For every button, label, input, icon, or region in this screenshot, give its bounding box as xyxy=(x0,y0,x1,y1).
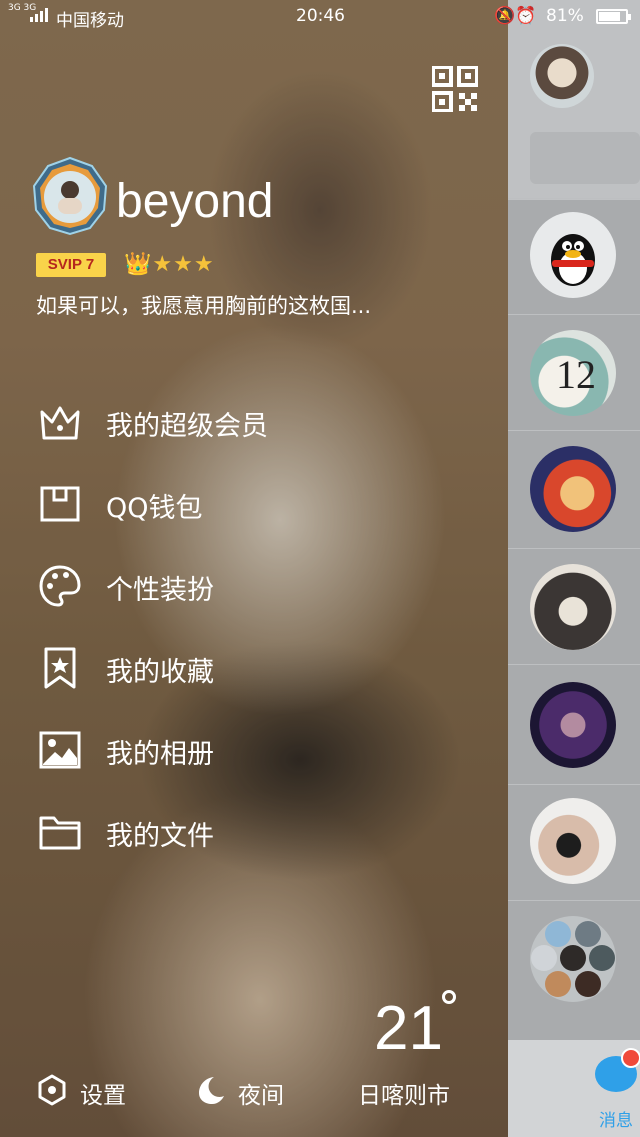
settings-button[interactable]: 设置 xyxy=(36,1070,146,1114)
conversation-avatar[interactable] xyxy=(530,682,616,768)
crown-icon xyxy=(40,406,80,440)
menu-item-album[interactable]: 我的相册 xyxy=(0,708,508,790)
settings-label: 设置 xyxy=(80,1083,126,1109)
row-divider xyxy=(508,900,640,901)
bookmark-icon xyxy=(44,647,76,689)
group-avatar-grid xyxy=(531,921,615,997)
search-bar-stub[interactable] xyxy=(530,132,640,184)
signal-bars-icon xyxy=(30,8,48,22)
row-divider xyxy=(508,198,640,199)
weather-city[interactable]: 日喀则市 xyxy=(358,1076,450,1110)
qq-level-icons[interactable]: 👑★★★ xyxy=(124,252,215,277)
carrier-name: 中国移动 xyxy=(56,11,124,31)
menu-item-label: 我的超级会员 xyxy=(106,411,268,442)
avatar-image: 12 xyxy=(556,352,596,397)
settings-hexagon-icon xyxy=(38,1074,66,1106)
row-divider xyxy=(508,314,640,315)
svip-badge[interactable]: SVIP 7 xyxy=(36,253,106,277)
menu-item-label: 我的文件 xyxy=(106,821,214,852)
wallet-icon xyxy=(40,486,80,522)
degree-symbol xyxy=(442,990,456,1004)
photo-album-icon xyxy=(39,731,81,769)
weather-temperature[interactable]: 21 xyxy=(374,996,443,1062)
menu-item-svip[interactable]: 我的超级会员 xyxy=(0,380,508,462)
mute-and-alarm-icons: 🔕⏰ xyxy=(494,6,537,26)
palette-icon xyxy=(39,565,81,607)
menu-item-themes[interactable]: 个性装扮 xyxy=(0,544,508,626)
profile-avatar[interactable] xyxy=(30,156,110,236)
message-bubble-icon xyxy=(595,1048,640,1092)
tab-messages-label: 消息 xyxy=(599,1111,633,1131)
row-divider xyxy=(508,430,640,431)
svg-text:12: 12 xyxy=(556,352,596,397)
folder-icon xyxy=(39,816,81,850)
qr-code-icon[interactable] xyxy=(432,66,478,112)
row-divider xyxy=(508,548,640,549)
battery-percent: 81% xyxy=(546,6,584,26)
conversation-avatar[interactable] xyxy=(530,798,616,884)
username[interactable]: beyond xyxy=(116,172,273,232)
qq-screen: 12 消息 beyond SVIP 7 👑★★★ 如果可以，我愿意用胸前的这枚国… xyxy=(0,0,640,1137)
conversation-avatar[interactable] xyxy=(530,564,616,650)
tab-messages[interactable]: 消息 xyxy=(592,1048,640,1132)
moon-icon xyxy=(199,1077,224,1104)
menu-item-favorites[interactable]: 我的收藏 xyxy=(0,626,508,708)
my-avatar-small[interactable] xyxy=(530,44,594,108)
conversation-avatar[interactable] xyxy=(530,446,616,532)
menu-item-wallet[interactable]: QQ钱包 xyxy=(0,462,508,544)
night-mode-button[interactable]: 夜间 xyxy=(194,1070,304,1114)
side-drawer: beyond SVIP 7 👑★★★ 如果可以，我愿意用胸前的这枚国... 我的… xyxy=(0,0,508,1137)
qq-penguin-icon xyxy=(551,234,595,286)
personal-signature[interactable]: 如果可以，我愿意用胸前的这枚国... xyxy=(36,290,456,320)
night-mode-label: 夜间 xyxy=(238,1083,284,1109)
group-avatar[interactable] xyxy=(530,916,616,1002)
conversation-list-strip: 12 消息 xyxy=(508,0,640,1137)
menu-item-files[interactable]: 我的文件 xyxy=(0,790,508,872)
conversation-avatar[interactable]: 12 xyxy=(530,330,616,416)
menu-item-label: 我的相册 xyxy=(106,739,214,770)
unread-dot xyxy=(621,1048,640,1068)
avatar-frame xyxy=(32,156,108,236)
menu-item-label: 我的收藏 xyxy=(106,657,214,688)
menu-item-label: 个性装扮 xyxy=(106,575,214,606)
menu-item-label: QQ钱包 xyxy=(106,493,203,524)
clock: 20:46 xyxy=(296,6,345,26)
conversation-avatar[interactable] xyxy=(530,212,616,298)
row-divider xyxy=(508,784,640,785)
status-bar: 3G 3G 中国移动 20:46 🔕⏰ 81% xyxy=(0,0,640,34)
row-divider xyxy=(508,664,640,665)
battery-icon xyxy=(596,9,631,24)
